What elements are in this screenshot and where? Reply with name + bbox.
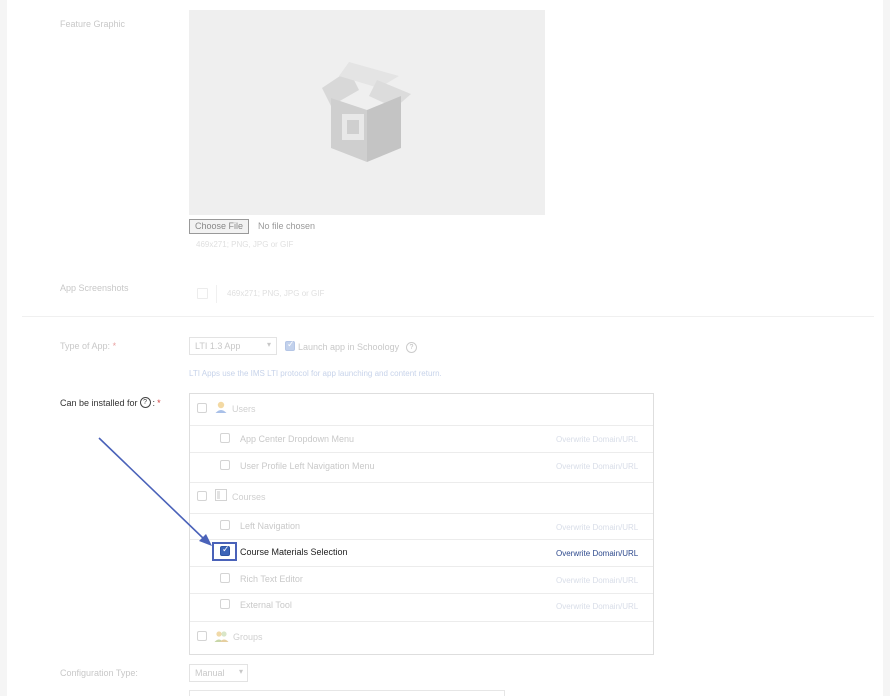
annotation-arrow-icon: [98, 437, 212, 546]
